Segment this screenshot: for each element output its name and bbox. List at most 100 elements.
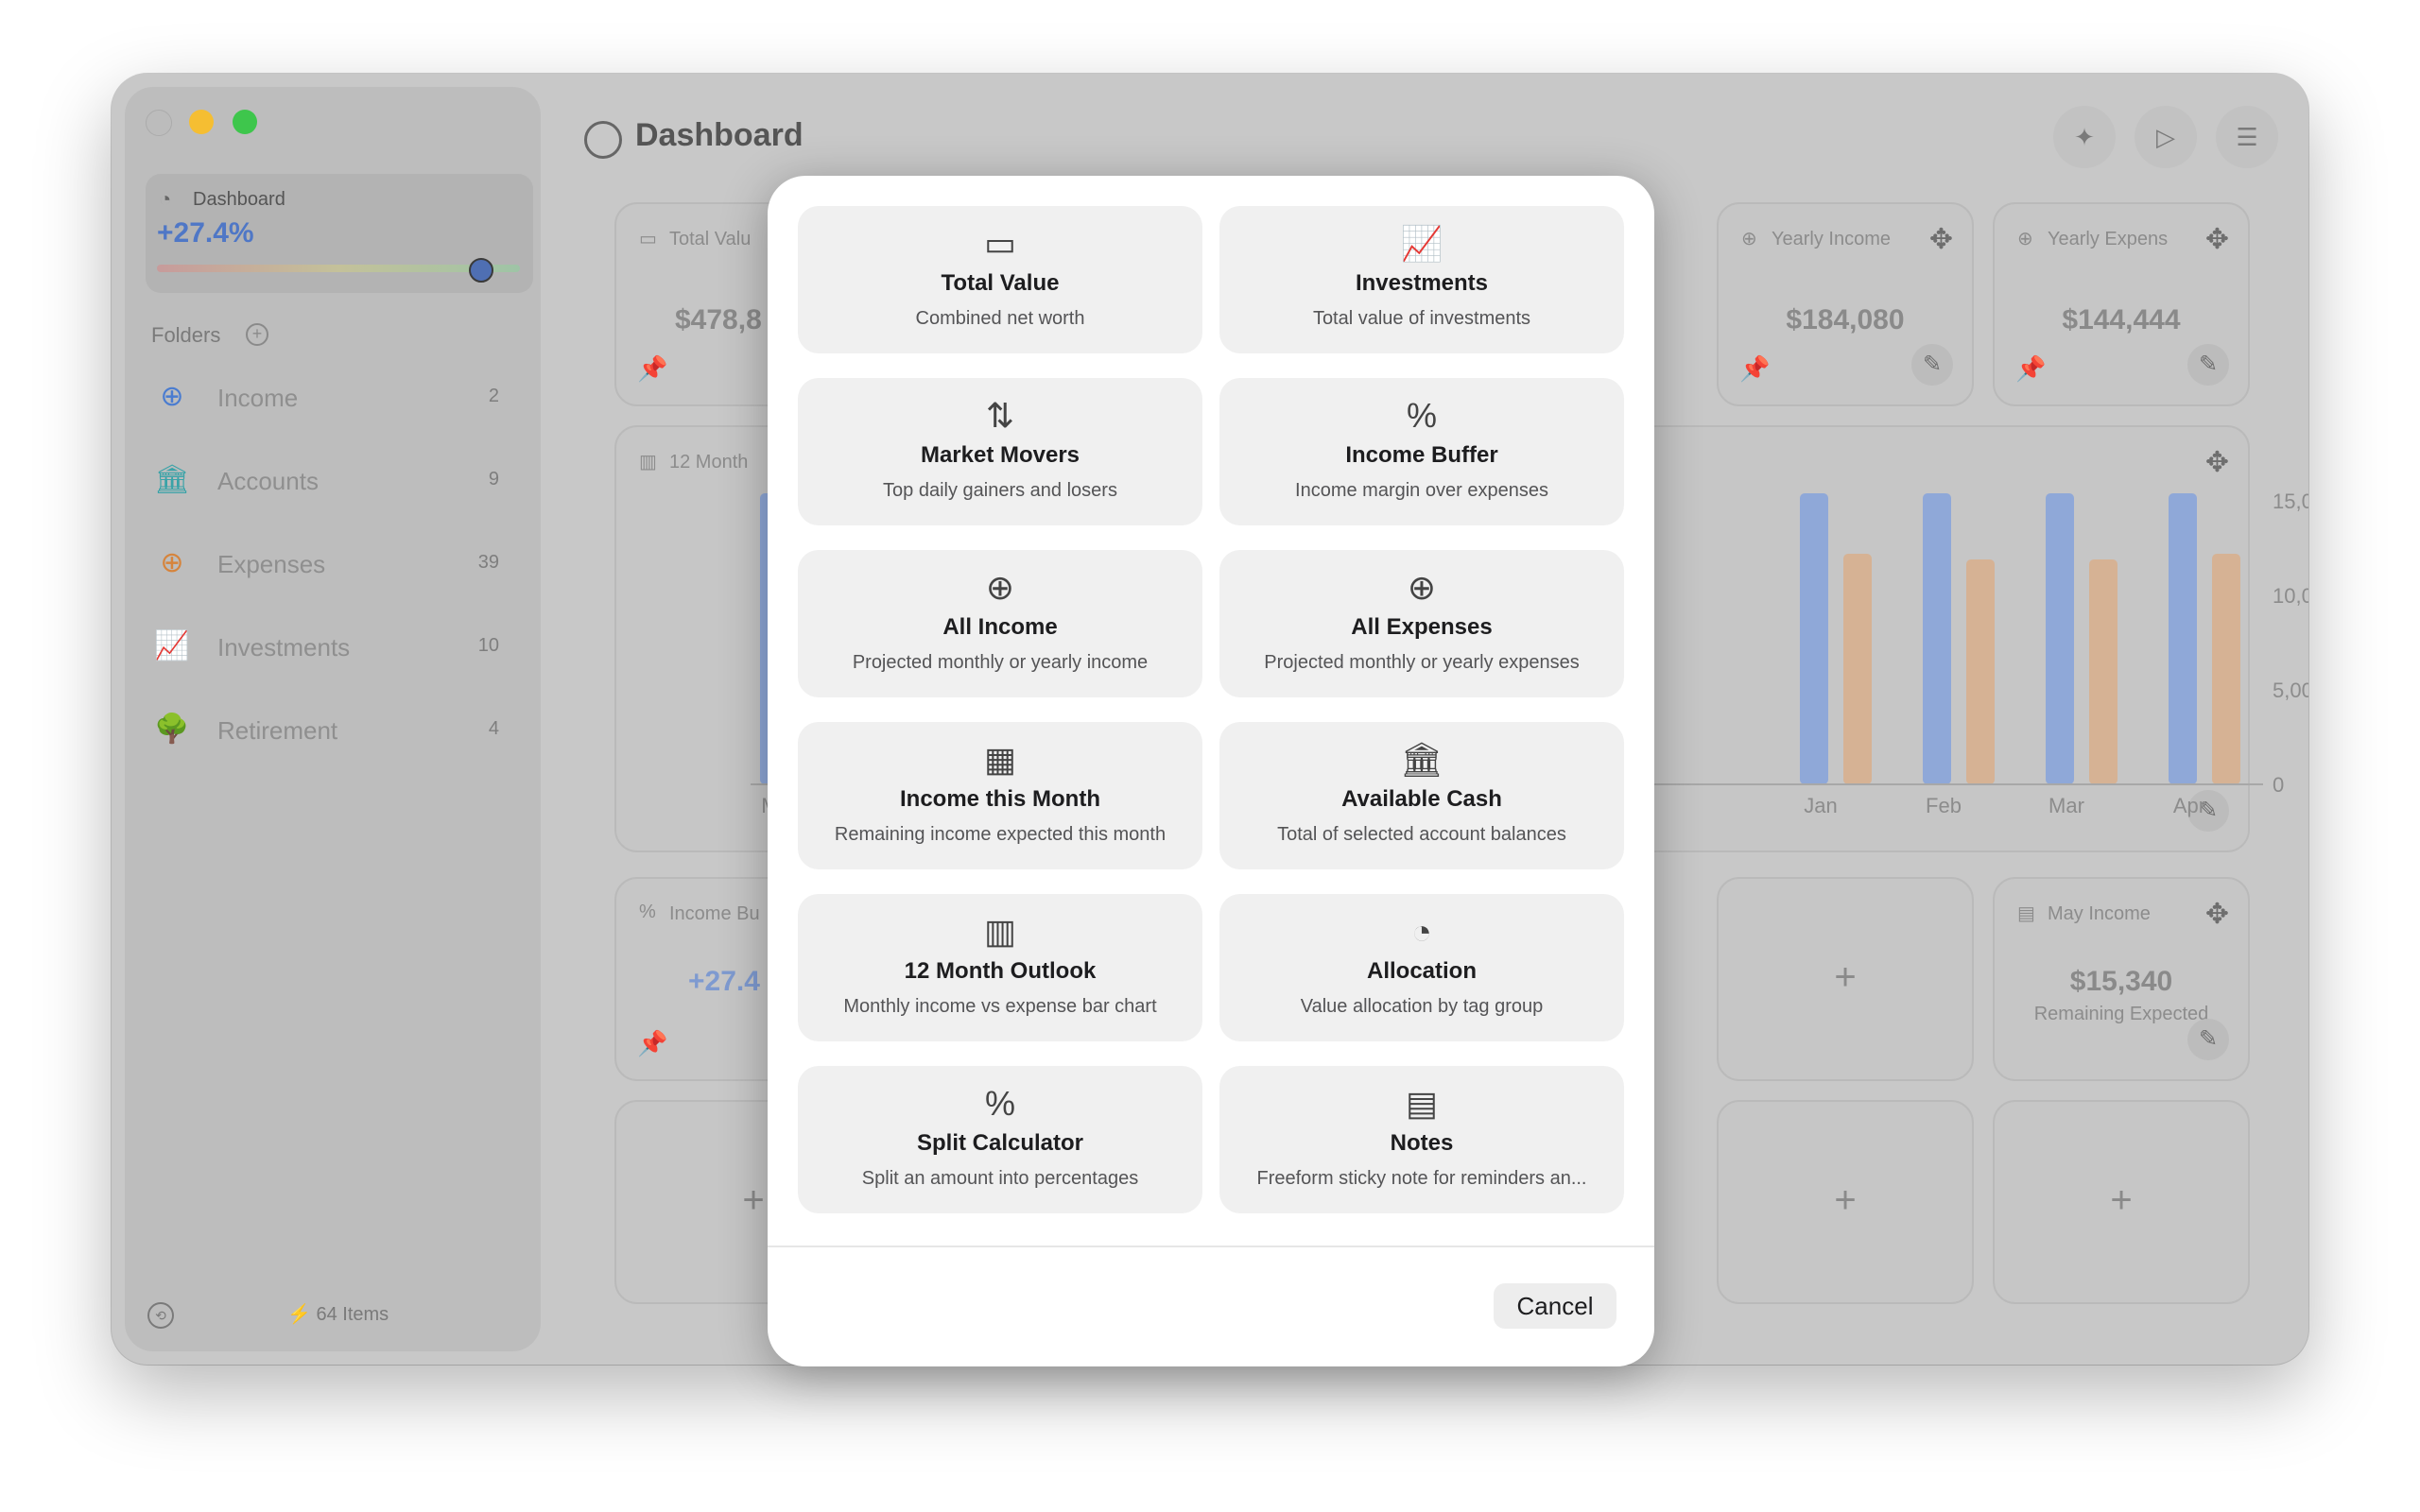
widget-option-split-calculator[interactable]: % Split Calculator Split an amount into pe…: [798, 1066, 1202, 1213]
tile-value: $15,340: [2069, 966, 2173, 997]
edit-button[interactable]: ✎: [1911, 344, 1953, 386]
chart-y-tick-label: 0: [2273, 773, 2284, 797]
widget-option-available-cash[interactable]: 🏛 Available Cash Total of selected account…: [1219, 722, 1624, 869]
minimize-window-button[interactable]: [189, 110, 214, 134]
percent-icon: %: [639, 902, 656, 922]
pin-icon[interactable]: 📌: [1739, 354, 1770, 384]
edit-button[interactable]: ✎: [2187, 344, 2229, 386]
sidebar-item-label: Income: [217, 384, 299, 412]
tree-icon: 🌳: [154, 713, 190, 745]
magic-wand-button[interactable]: ✦: [2053, 106, 2116, 168]
tile-label: Yearly Expens: [2048, 229, 2169, 249]
move-icon[interactable]: ✥: [1929, 223, 1953, 256]
arrow-down-circle-icon: ⊕: [160, 381, 184, 412]
calendar-icon: ▦: [983, 740, 1016, 779]
add-widget-icon[interactable]: +: [1719, 1179, 1972, 1222]
widget-option-all-expenses[interactable]: ⊕ All Expenses Projected monthly or yearly…: [1219, 550, 1624, 697]
tile-may-income[interactable]: ▤ May Income ✥ $15,340 Remaining Expecte…: [1993, 877, 2250, 1081]
sidebar-item-expenses[interactable]: ⊕ Expenses 39: [149, 535, 509, 592]
chart-bar: [1800, 493, 1828, 784]
widget-option-description: Value allocation by tag group: [1300, 996, 1544, 1017]
sidebar-dashboard-card[interactable]: ◔ Dashboard +27.4%: [146, 174, 533, 293]
tile-yearly-expenses[interactable]: ⊕ Yearly Expens ✥ $144,444 📌 ✎: [1993, 202, 2250, 406]
tile-yearly-income[interactable]: ⊕ Yearly Income ✥ $184,080 📌 ✎: [1717, 202, 1974, 406]
modal-divider: [768, 1246, 1654, 1247]
move-icon[interactable]: ✥: [2205, 898, 2229, 931]
widget-option-total-value[interactable]: ▭ Total Value Combined net worth: [798, 206, 1202, 353]
maximize-window-button[interactable]: [233, 110, 257, 134]
chart-y-tick-label: 5,000: [2273, 679, 2308, 702]
chart-x-tick-label: Mar: [2048, 794, 2084, 817]
chart-bar: [2212, 554, 2240, 784]
pin-icon[interactable]: 📌: [637, 354, 667, 384]
widget-option-description: Combined net worth: [915, 308, 1085, 329]
dashboard-gauge: [157, 265, 520, 272]
history-icon[interactable]: ⟲: [147, 1302, 174, 1329]
bank-icon: 🏛: [153, 464, 191, 495]
chart-x-tick-label: Feb: [1926, 794, 1962, 817]
widget-option-description: Freeform sticky note for reminders an...: [1256, 1168, 1587, 1189]
widget-option-allocation[interactable]: ◔ Allocation Value allocation by tag group: [1219, 894, 1624, 1041]
widget-option-description: Projected monthly or yearly expenses: [1264, 652, 1580, 673]
widget-option-title: Notes: [1390, 1130, 1454, 1156]
gauge-knob: [469, 258, 493, 283]
items-count-label: 64 Items: [316, 1304, 389, 1325]
percent-icon: %: [1406, 396, 1437, 435]
add-widget-icon[interactable]: +: [1995, 1179, 2248, 1222]
widget-option-12-month-outlook[interactable]: ▥ 12 Month Outlook Monthly income vs expen…: [798, 894, 1202, 1041]
sidebar-item-income[interactable]: ⊕ Income 2: [149, 369, 509, 425]
sidebar-item-investments[interactable]: 📈 Investments 10: [149, 618, 509, 675]
cancel-button[interactable]: Cancel: [1494, 1283, 1616, 1329]
widget-option-description: Top daily gainers and losers: [883, 480, 1117, 501]
chart-bar: [1923, 493, 1951, 784]
add-widget-icon[interactable]: +: [1719, 956, 1972, 999]
sidebar-item-label: Expenses: [217, 550, 326, 578]
sidebar-item-retirement[interactable]: 🌳 Retirement 4: [149, 701, 509, 758]
settings-button[interactable]: ☰: [2216, 106, 2278, 168]
arrow-down-circle-icon: ⊕: [985, 568, 1015, 607]
chart-y-tick-label: 15,000: [2273, 490, 2308, 513]
pin-icon[interactable]: 📌: [2015, 354, 2046, 384]
bar-chart-icon: ▥: [639, 452, 657, 472]
tile-empty-slot[interactable]: +: [1993, 1100, 2250, 1304]
widget-option-all-income[interactable]: ⊕ All Income Projected monthly or yearly i…: [798, 550, 1202, 697]
chart-line-icon: 📈: [154, 630, 190, 662]
widget-option-notes[interactable]: ▤ Notes Freeform sticky note for reminders…: [1219, 1066, 1624, 1213]
arrow-up-circle-icon: ⊕: [160, 547, 184, 578]
sidebar-item-count: 10: [477, 635, 499, 656]
tile-empty-slot[interactable]: +: [1717, 877, 1974, 1081]
pin-icon[interactable]: 📌: [637, 1029, 667, 1058]
close-window-button[interactable]: [146, 110, 172, 136]
widget-option-title: All Expenses: [1351, 614, 1493, 640]
widget-option-market-movers[interactable]: ⇅ Market Movers Top daily gainers and lose…: [798, 378, 1202, 525]
chart-x-tick-label: Jan: [1804, 794, 1837, 817]
move-icon[interactable]: ✥: [2205, 223, 2229, 256]
sidebar-item-accounts[interactable]: 🏛 Accounts 9: [149, 452, 509, 508]
arrows-up-down-icon: ⇅: [985, 396, 1015, 435]
tile-label: Total Valu: [669, 229, 752, 249]
pie-chart-icon: ◔: [159, 187, 172, 211]
chart-bar: [2046, 493, 2074, 784]
bank-icon: 🏛: [1400, 740, 1443, 779]
bar-chart-icon: ▥: [983, 912, 1016, 951]
widget-option-income-buffer[interactable]: % Income Buffer Income margin over expense…: [1219, 378, 1624, 525]
widget-option-description: Total value of investments: [1312, 308, 1531, 329]
calendar-icon: ▤: [2017, 903, 2035, 924]
widget-option-title: Income this Month: [900, 786, 1100, 812]
widget-option-title: Investments: [1355, 270, 1489, 296]
chart-bar: [1843, 554, 1872, 784]
edit-button[interactable]: ✎: [2187, 1019, 2229, 1060]
add-folder-icon[interactable]: +: [246, 323, 268, 346]
widget-option-description: Monthly income vs expense bar chart: [843, 996, 1157, 1017]
widget-option-investments[interactable]: 📈 Investments Total value of investments: [1219, 206, 1624, 353]
widget-option-income-this-month[interactable]: ▦ Income this Month Remaining income expec…: [798, 722, 1202, 869]
widget-option-title: Market Movers: [920, 442, 1080, 468]
dashboard-icon: [584, 121, 622, 159]
sidebar-item-count: 39: [477, 552, 499, 573]
notes-icon: ▤: [1405, 1084, 1438, 1123]
tile-empty-slot[interactable]: +: [1717, 1100, 1974, 1304]
chart-bar: [1966, 559, 1995, 784]
sidebar-item-count: 9: [488, 469, 499, 490]
play-button[interactable]: ▷: [2135, 106, 2197, 168]
sidebar-item-count: 2: [488, 386, 499, 406]
